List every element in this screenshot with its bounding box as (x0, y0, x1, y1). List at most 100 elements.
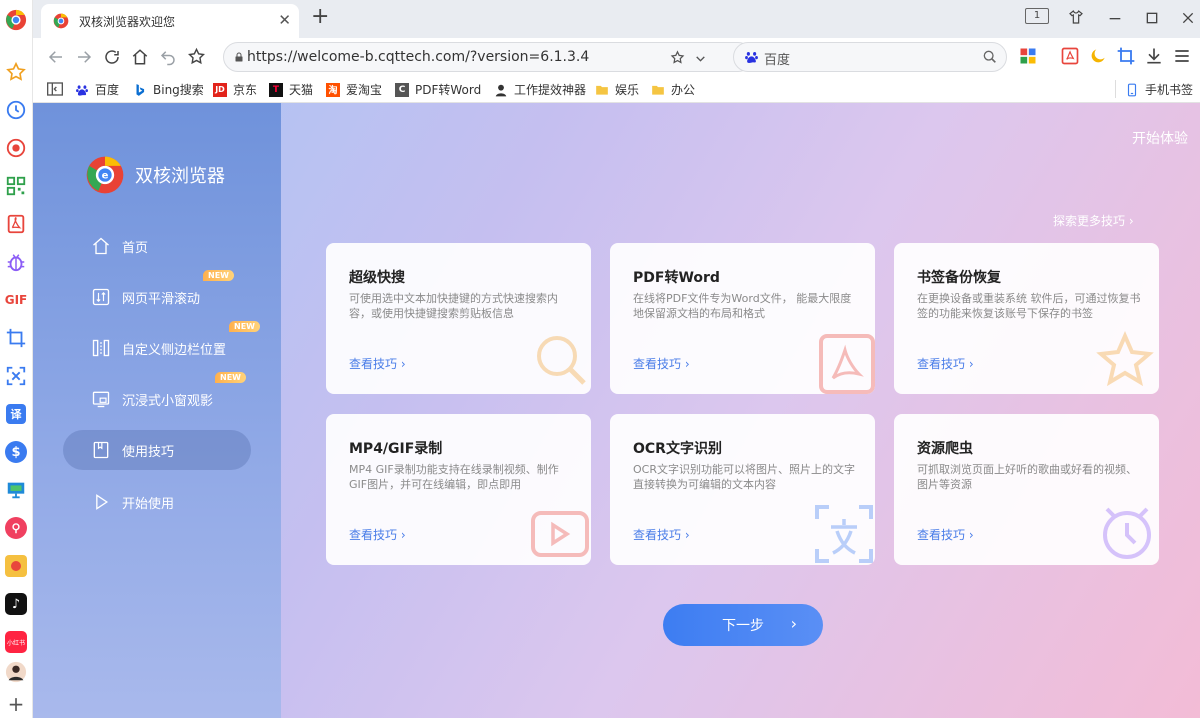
view-tips-link[interactable]: 查看技巧 › (349, 526, 406, 543)
chevron-down-icon[interactable] (694, 52, 707, 65)
svg-text:e: e (102, 171, 109, 182)
bookmark-folder-entertainment[interactable]: 娱乐 (595, 81, 639, 98)
undo-close-tab-icon[interactable] (159, 48, 177, 66)
view-tips-link[interactable]: 查看技巧 › (917, 526, 974, 543)
close-window-icon[interactable] (1180, 10, 1196, 26)
card-ocr[interactable]: OCR文字识别 OCR文字识别功能可以将图片、照片上的文字直接转换为可编辑的文本… (610, 414, 875, 565)
video-icon (531, 511, 589, 557)
download-icon[interactable] (1144, 46, 1164, 66)
tab-count-label: 1 (1033, 10, 1041, 21)
bug-icon[interactable] (4, 250, 28, 274)
bookmark-aitaobao[interactable]: 淘 爱淘宝 (326, 81, 382, 98)
minimize-icon[interactable] (1107, 10, 1123, 26)
scroll-icon (92, 288, 110, 306)
pdf-tool-icon[interactable] (1060, 46, 1080, 66)
explore-more-link[interactable]: 探索更多技巧 › (1053, 212, 1134, 229)
favorites-star-icon[interactable] (4, 60, 28, 84)
monitor-icon[interactable] (4, 478, 28, 502)
night-mode-moon-icon[interactable] (1088, 46, 1108, 66)
card-pdf-to-word[interactable]: PDF转Word 在线将PDF文件专为Word文件， 能最大限度地保留源文档的布… (610, 243, 875, 394)
nav-smooth-scroll[interactable]: 网页平滑滚动 NEW (63, 270, 251, 317)
avatar-icon[interactable] (4, 660, 28, 684)
brand: e 双核浏览器 (85, 155, 225, 195)
xiaohongshu-icon[interactable]: 小红书 (4, 630, 28, 654)
pdf-icon[interactable] (4, 212, 28, 236)
favorite-page-star-icon[interactable] (670, 50, 685, 65)
bookmark-folder-office[interactable]: 办公 (651, 81, 695, 98)
card-description: 可抓取浏览页面上好听的歌曲或好看的视频、图片等资源 (917, 463, 1137, 491)
left-sidebar-rail: GIF 译 $ ♪ 小红书 + (0, 0, 33, 718)
start-experience-link[interactable]: 开始体验 (1132, 128, 1188, 148)
baidu-paw-icon (76, 84, 88, 96)
view-tips-link[interactable]: 查看技巧 › (917, 355, 974, 372)
card-title: 书签备份恢复 (917, 270, 1001, 286)
tab-welcome[interactable]: 双核浏览器欢迎您 ✕ (41, 4, 299, 38)
translate-icon[interactable]: 译 (4, 402, 28, 426)
bookmark-productivity[interactable]: 工作提效神器 (494, 81, 586, 98)
bookmark-label: 京东 (233, 83, 258, 97)
mobile-phone-icon (1127, 83, 1137, 96)
tab-close-icon[interactable]: ✕ (278, 11, 291, 29)
back-arrow-icon[interactable] (47, 48, 65, 66)
address-bar[interactable]: https://welcome-b.cqttech.com/?version=6… (223, 42, 753, 72)
bookmark-label: 手机书签 (1145, 83, 1194, 97)
home-icon[interactable] (131, 48, 149, 66)
qrcode-icon[interactable] (4, 174, 28, 198)
nav-sidebar-position[interactable]: 自定义侧边栏位置 NEW (63, 321, 260, 368)
history-clock-icon[interactable] (4, 98, 28, 122)
nav-tips[interactable]: 使用技巧 (63, 430, 251, 470)
bookmark-tmall[interactable]: T 天猫 (269, 81, 313, 98)
card-description: 可使用选中文本加快捷键的方式快速搜索内容，或使用快捷键搜索剪贴板信息 (349, 292, 558, 320)
bookmark-mobile[interactable]: 手机书签 (1125, 81, 1193, 98)
bookmark-jd[interactable]: JD 京东 (213, 81, 257, 98)
picture-in-picture-icon (92, 391, 110, 408)
bookmark-star-icon[interactable] (187, 47, 206, 66)
chevron-right-icon: › (790, 614, 797, 633)
menu-icon[interactable] (1172, 46, 1192, 66)
tmall-icon: T (269, 82, 283, 97)
maximize-icon[interactable] (1144, 10, 1160, 26)
browser-logo-icon[interactable] (4, 8, 28, 32)
card-bookmark-backup[interactable]: 书签备份恢复 在更换设备或重装系统 软件后，可通过恢复书签的功能来恢复该账号下保… (894, 243, 1159, 394)
tiktok-icon[interactable]: ♪ (4, 592, 28, 616)
bookmark-baidu[interactable]: 百度 (75, 81, 119, 98)
sidebar-toggle-icon[interactable] (47, 82, 63, 96)
next-step-button[interactable]: 下一步 › (663, 604, 823, 646)
joystick-app-icon[interactable] (4, 554, 28, 578)
bookmark-pdf-to-word[interactable]: C PDF转Word (395, 81, 481, 98)
bookmark-bing[interactable]: Bing搜索 (133, 81, 204, 98)
next-step-label: 下一步 (722, 618, 764, 634)
skin-shirt-icon[interactable] (1067, 9, 1085, 25)
tab-count-button[interactable]: 1 (1025, 8, 1049, 24)
crop-icon[interactable] (4, 326, 28, 350)
nav-mini-window[interactable]: 沉浸式小窗观影 NEW (63, 372, 251, 419)
reload-icon[interactable] (103, 48, 121, 66)
card-super-search[interactable]: 超级快搜 可使用选中文本加快捷键的方式快速搜索内容，或使用快捷键搜索剪贴板信息 … (326, 243, 591, 394)
view-tips-link[interactable]: 查看技巧 › (349, 355, 406, 372)
card-mp4-gif-record[interactable]: MP4/GIF录制 MP4 GIF录制功能支持在线录制视频、制作GIF图片，并可… (326, 414, 591, 565)
star-icon (1096, 331, 1154, 387)
podcast-icon[interactable] (4, 516, 28, 540)
card-title: 超级快搜 (349, 270, 405, 286)
address-url[interactable]: https://welcome-b.cqttech.com/?version=6… (247, 49, 589, 65)
dollar-app-icon[interactable]: $ (4, 440, 28, 464)
card-resource-crawler[interactable]: 资源爬虫 可抓取浏览页面上好听的歌曲或好看的视频、图片等资源 查看技巧 › (894, 414, 1159, 565)
scan-icon[interactable] (4, 364, 28, 388)
new-tab-button[interactable]: + (311, 4, 329, 29)
record-icon[interactable] (4, 136, 28, 160)
search-box[interactable]: 百度 (733, 42, 1007, 72)
gif-icon[interactable]: GIF (4, 288, 28, 312)
add-app-icon[interactable]: + (4, 692, 28, 716)
screenshot-crop-icon[interactable] (1116, 46, 1136, 66)
search-icon[interactable] (982, 49, 998, 65)
translate-label: 译 (10, 408, 22, 421)
nav-get-started[interactable]: 开始使用 (63, 482, 251, 522)
view-tips-link[interactable]: 查看技巧 › (633, 355, 690, 372)
jd-icon: JD (213, 82, 227, 97)
forward-arrow-icon[interactable] (75, 48, 93, 66)
view-tips-link[interactable]: 查看技巧 › (633, 526, 690, 543)
lock-icon[interactable] (233, 50, 245, 64)
bing-icon (136, 83, 145, 96)
nav-home[interactable]: 首页 (63, 226, 251, 266)
apps-grid-icon[interactable] (1018, 46, 1038, 66)
